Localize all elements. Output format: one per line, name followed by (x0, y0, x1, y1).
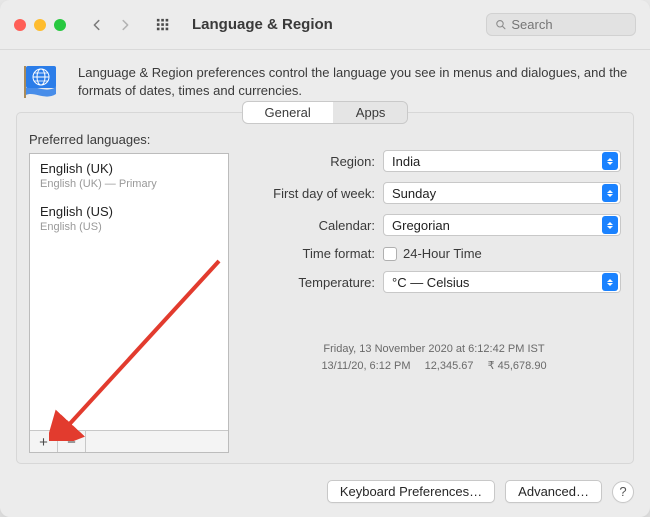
search-input[interactable] (511, 17, 627, 32)
titlebar: Language & Region (0, 0, 650, 50)
search-box[interactable] (486, 13, 636, 36)
region-label: Region: (247, 154, 375, 169)
add-language-button[interactable]: + (30, 431, 58, 453)
search-icon (495, 18, 506, 31)
chevron-right-icon (118, 18, 132, 32)
temperature-value: °C — Celsius (392, 275, 469, 290)
calendar-label: Calendar: (247, 218, 375, 233)
stepper-arrows-icon (602, 184, 618, 202)
window-controls (14, 19, 66, 31)
nav-arrows (86, 14, 136, 36)
language-list[interactable]: English (UK) English (UK) — Primary Engl… (29, 153, 229, 453)
zoom-window-button[interactable] (54, 19, 66, 31)
firstday-dropdown[interactable]: Sunday (383, 182, 621, 204)
close-window-button[interactable] (14, 19, 26, 31)
preview-line1: Friday, 13 November 2020 at 6:12:42 PM I… (247, 341, 621, 358)
footer: Keyboard Preferences… Advanced… ? (0, 474, 650, 517)
language-region-icon (20, 64, 64, 100)
language-items: English (UK) English (UK) — Primary Engl… (30, 154, 228, 430)
preview-line2: 13/11/20, 6:12 PM 12,345.67 ₹ 45,678.90 (247, 358, 621, 375)
region-value: India (392, 154, 420, 169)
description-text: Language & Region preferences control th… (78, 64, 630, 99)
calendar-value: Gregorian (392, 218, 450, 233)
preferences-window: Language & Region Language & Region pref… (0, 0, 650, 517)
firstday-value: Sunday (392, 186, 436, 201)
list-item[interactable]: English (UK) English (UK) — Primary (30, 154, 228, 197)
stepper-arrows-icon (602, 273, 618, 291)
stepper-arrows-icon (602, 152, 618, 170)
language-sub: English (UK) — Primary (40, 178, 218, 190)
24hour-checkbox[interactable] (383, 247, 397, 261)
keyboard-preferences-button[interactable]: Keyboard Preferences… (327, 480, 495, 503)
main-panel: General Apps Preferred languages: Englis… (16, 112, 634, 464)
tab-general[interactable]: General (243, 102, 334, 123)
grid-icon (156, 18, 170, 32)
chevron-left-icon (90, 18, 104, 32)
firstday-label: First day of week: (247, 186, 375, 201)
temperature-label: Temperature: (247, 275, 375, 290)
settings-column: Region: India First day of week: Sunday … (247, 132, 621, 453)
format-preview: Friday, 13 November 2020 at 6:12:42 PM I… (247, 341, 621, 375)
list-item[interactable]: English (US) English (US) (30, 197, 228, 240)
calendar-dropdown[interactable]: Gregorian (383, 214, 621, 236)
tab-apps[interactable]: Apps (334, 102, 408, 123)
preferred-languages-label: Preferred languages: (29, 132, 229, 147)
language-sub: English (US) (40, 221, 218, 233)
window-title: Language & Region (192, 16, 333, 33)
24hour-label: 24-Hour Time (403, 246, 482, 261)
stepper-arrows-icon (602, 216, 618, 234)
show-all-button[interactable] (152, 14, 174, 36)
forward-button[interactable] (114, 14, 136, 36)
advanced-button[interactable]: Advanced… (505, 480, 602, 503)
remove-language-button[interactable]: − (58, 431, 86, 453)
language-name: English (US) (40, 204, 218, 219)
back-button[interactable] (86, 14, 108, 36)
help-button[interactable]: ? (612, 481, 634, 503)
tab-bar: General Apps (29, 101, 621, 124)
list-buttons: + − (30, 430, 228, 452)
region-dropdown[interactable]: India (383, 150, 621, 172)
timeformat-label: Time format: (247, 246, 375, 261)
temperature-dropdown[interactable]: °C — Celsius (383, 271, 621, 293)
language-name: English (UK) (40, 161, 218, 176)
minimize-window-button[interactable] (34, 19, 46, 31)
